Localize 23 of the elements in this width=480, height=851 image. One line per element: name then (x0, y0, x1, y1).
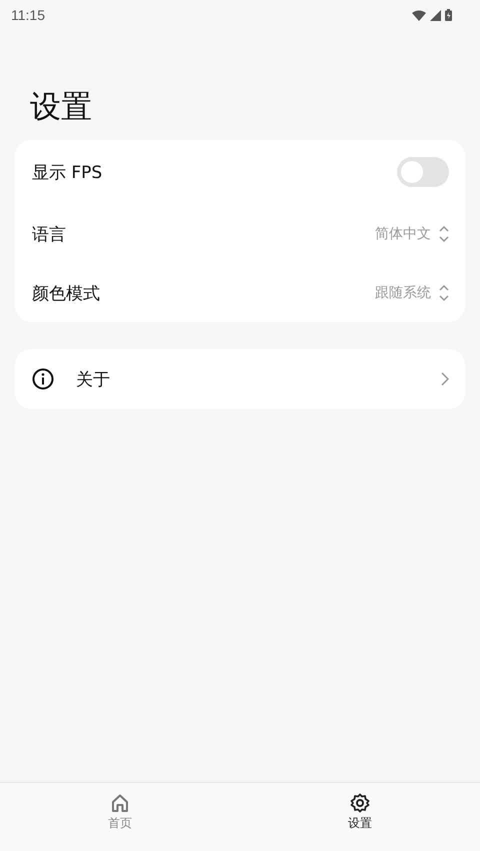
setting-label: 语言 (32, 224, 67, 246)
home-icon (110, 793, 130, 813)
setting-label: 显示 FPS (32, 162, 104, 184)
settings-row[interactable]: 显示 FPS (15, 140, 465, 204)
chevron-right-icon (441, 372, 449, 386)
wifi-icon (412, 10, 426, 20)
battery-icon (445, 9, 452, 21)
settings-icon (350, 793, 370, 813)
signal-icon (430, 10, 441, 20)
settings-row[interactable]: 语言 简体中文 (15, 204, 465, 264)
setting-label: 关于 (76, 368, 111, 390)
setting-value: 跟随系统 (375, 284, 431, 302)
status-time: 11:15 (11, 7, 45, 23)
setting-label: 颜色模式 (32, 282, 101, 304)
toggle-switch[interactable] (397, 157, 449, 187)
chevron-up-down-icon (439, 284, 449, 302)
settings-row[interactable]: 颜色模式 跟随系统 (15, 264, 465, 322)
info-icon (32, 368, 54, 390)
setting-value: 简体中文 (375, 225, 431, 243)
nav-tab[interactable]: 设置 (240, 783, 480, 851)
page-title: 设置 (30, 88, 93, 127)
settings-row[interactable]: 关于 (15, 349, 465, 409)
chevron-up-down-icon (439, 225, 449, 243)
